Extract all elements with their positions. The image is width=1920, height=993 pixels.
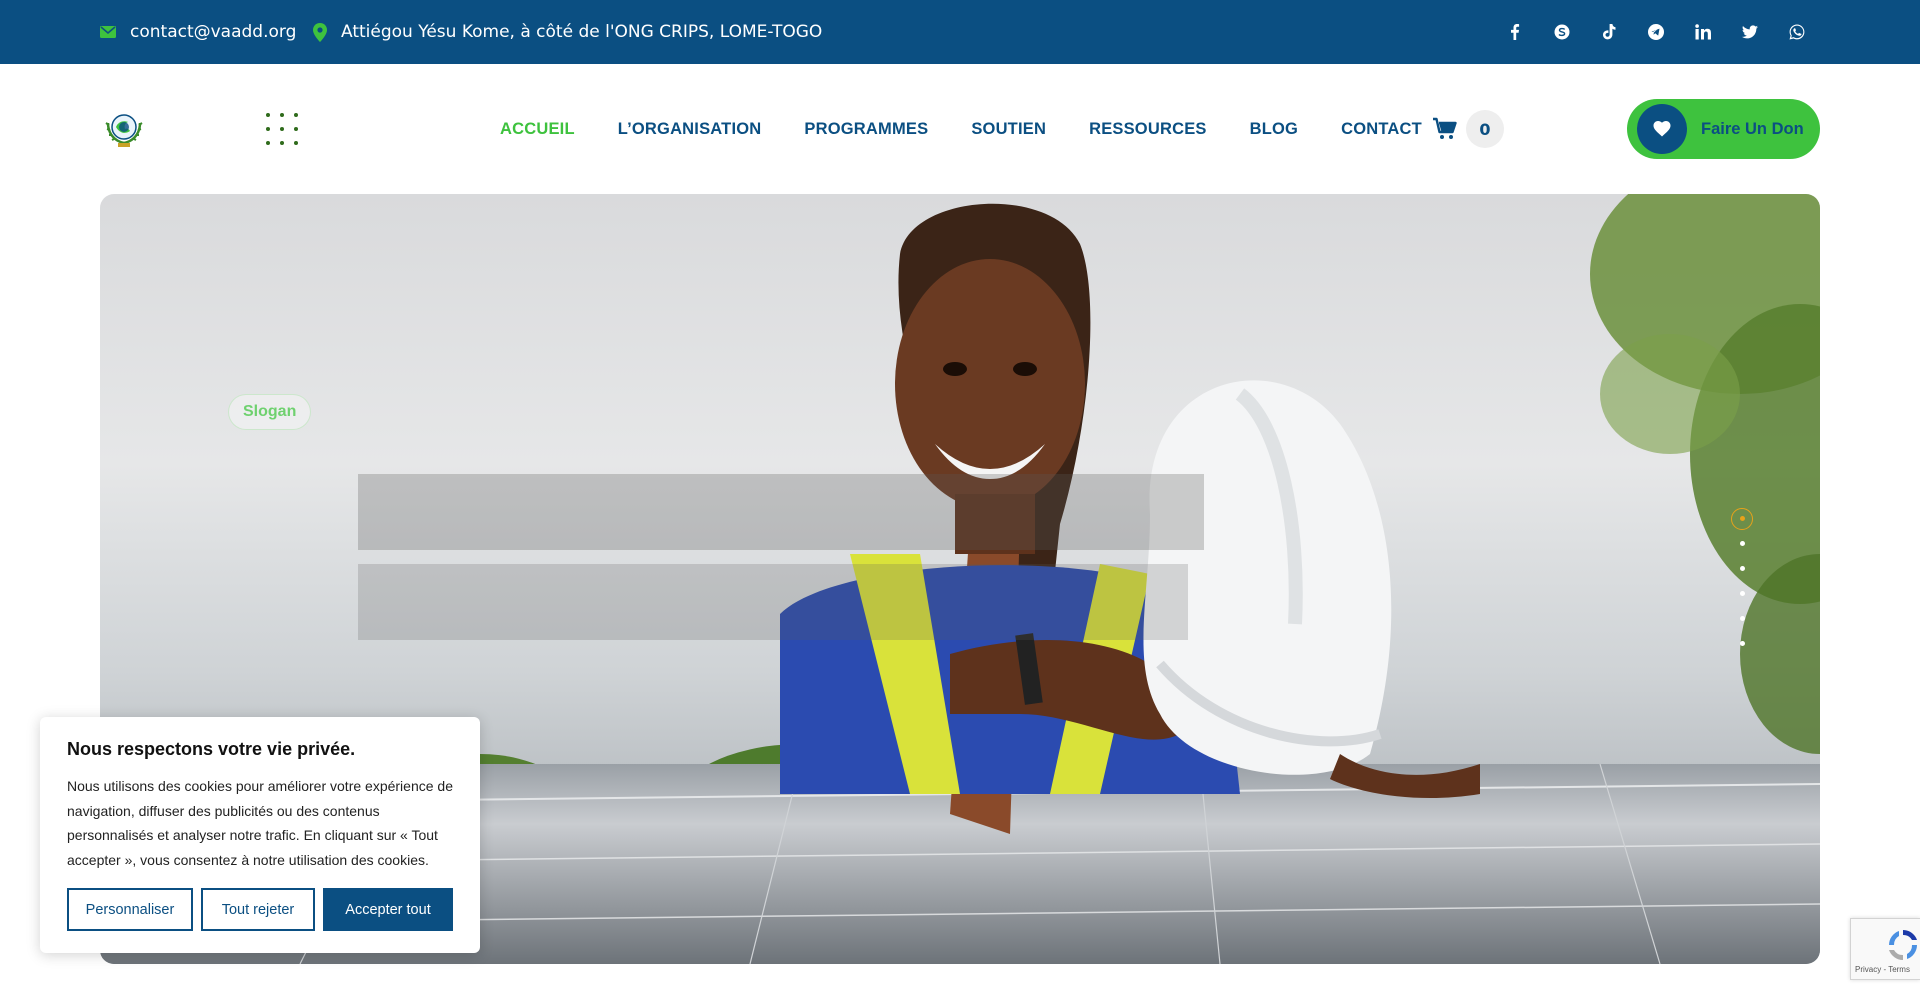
site-logo[interactable]: [100, 105, 148, 153]
email-text: contact@vaadd.org: [130, 22, 297, 42]
address-text: Attiégou Yésu Kome, à côté de l'ONG CRIP…: [341, 22, 823, 42]
cookie-consent-banner: Nous respectons votre vie privée. Nous u…: [40, 717, 480, 953]
cart-button[interactable]: 0: [1432, 109, 1504, 149]
slider-dot-1[interactable]: [1730, 506, 1754, 531]
slider-dot-4[interactable]: [1730, 581, 1754, 606]
skype-icon[interactable]: [1538, 0, 1585, 64]
cookie-title: Nous respectons votre vie privée.: [67, 739, 356, 759]
twitter-icon[interactable]: [1726, 0, 1773, 64]
recaptcha-icon: [1889, 930, 1917, 960]
cookie-buttons: Personnaliser Tout rejeter Accepter tout: [67, 888, 453, 931]
telegram-icon[interactable]: [1632, 0, 1679, 64]
main-header: ACCUEIL L’ORGANISATION PROGRAMMES SOUTIE…: [0, 64, 1920, 194]
nav-organisation[interactable]: L’ORGANISATION: [618, 120, 762, 139]
recaptcha-badge[interactable]: Privacy - Terms: [1850, 918, 1920, 980]
heart-icon: [1637, 104, 1687, 154]
nav-soutien[interactable]: SOUTIEN: [971, 120, 1046, 139]
whatsapp-icon[interactable]: [1773, 0, 1820, 64]
contact-email[interactable]: contact@vaadd.org: [100, 0, 296, 64]
slider-dot-6[interactable]: [1730, 631, 1754, 656]
social-links: [1491, 0, 1820, 64]
cart-count: 0: [1466, 110, 1504, 148]
accept-all-button[interactable]: Accepter tout: [323, 888, 453, 931]
location-pin-icon: [313, 22, 327, 42]
main-nav: ACCUEIL L’ORGANISATION PROGRAMMES SOUTIE…: [500, 64, 1465, 194]
nav-programmes[interactable]: PROGRAMMES: [804, 120, 928, 139]
nav-accueil[interactable]: ACCUEIL: [500, 120, 575, 139]
recaptcha-links: Privacy - Terms: [1855, 965, 1910, 974]
customize-button[interactable]: Personnaliser: [67, 888, 193, 931]
cart-icon: [1433, 117, 1457, 139]
top-bar: contact@vaadd.org Attiégou Yésu Kome, à …: [0, 0, 1920, 64]
reject-all-button[interactable]: Tout rejeter: [201, 888, 315, 931]
hero-title-placeholder: [358, 474, 1204, 550]
contact-address: Attiégou Yésu Kome, à côté de l'ONG CRIP…: [313, 0, 822, 64]
donate-label: Faire Un Don: [1701, 119, 1804, 138]
linkedin-icon[interactable]: [1679, 0, 1726, 64]
tiktok-icon[interactable]: [1585, 0, 1632, 64]
menu-grid-icon[interactable]: [266, 113, 298, 145]
nav-contact[interactable]: CONTACT: [1341, 120, 1422, 139]
slider-dot-3[interactable]: [1730, 556, 1754, 581]
donate-button[interactable]: Faire Un Don: [1627, 99, 1820, 159]
email-icon: [100, 26, 116, 38]
slider-dot-2[interactable]: [1730, 531, 1754, 556]
slider-dot-5[interactable]: [1730, 606, 1754, 631]
logo-emblem: [105, 114, 143, 147]
nav-blog[interactable]: BLOG: [1250, 120, 1298, 139]
slider-pagination: [1730, 506, 1754, 656]
facebook-icon[interactable]: [1491, 0, 1538, 64]
hero-slogan-tag: Slogan: [228, 394, 312, 430]
nav-ressources[interactable]: RESSOURCES: [1089, 120, 1207, 139]
hero-subtitle-placeholder: [358, 564, 1188, 640]
cookie-text: Nous utilisons des cookies pour améliore…: [67, 778, 453, 868]
